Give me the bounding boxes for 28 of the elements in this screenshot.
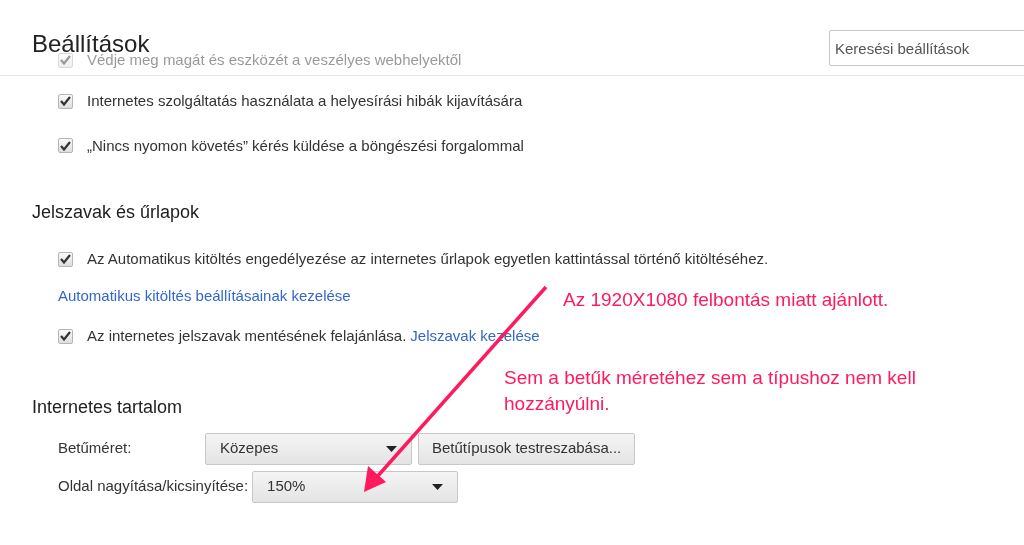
- checkbox[interactable]: [58, 138, 73, 154]
- option-label: Az Automatikus kitöltés engedélyezése az internetes űrlapok egyetlen kattintással történő kitöltéséhez.: [87, 249, 769, 269]
- section-heading: Internetes tartalom: [32, 395, 183, 419]
- autofill-settings-link[interactable]: Automatikus kitöltés beállításainak kezelése: [58, 284, 351, 307]
- checkbox[interactable]: [58, 251, 73, 267]
- checkbox[interactable]: [58, 52, 73, 68]
- checkmark-icon: [60, 55, 71, 66]
- option-label: Internetes szolgáltatás használata a helyesírási hibák kijavítására: [87, 91, 523, 111]
- dropdown-arrow-icon: [386, 445, 397, 452]
- customize-fonts-button[interactable]: Betűtípusok testreszabása...: [418, 432, 636, 465]
- option-label: „Nincs nyomon követés” kérés küldése a böngészési forgalommal: [87, 135, 524, 156]
- checkmark-icon: [60, 331, 71, 342]
- option-label: Az internetes jelszavak mentésének felajánlása.: [87, 326, 407, 346]
- checkmark-icon: [60, 140, 71, 151]
- annotation-text: Az 1920X1080 felbontás miatt ajánlott.: [563, 288, 889, 312]
- annotation-text: Sem a betűk méretéhez sem a típushoz nem kell hozzányúlni.: [504, 366, 917, 416]
- checkmark-icon: [60, 96, 71, 107]
- zoom-dropdown[interactable]: 150%: [252, 470, 459, 503]
- checkmark-icon: [60, 254, 71, 265]
- search-field[interactable]: Keresési beállítások: [829, 30, 1024, 66]
- section-heading: Jelszavak és űrlapok: [32, 201, 200, 224]
- font-size-dropdown[interactable]: Közepes: [205, 432, 412, 465]
- field-label: Oldal nagyítása/kicsinyítése:: [58, 476, 249, 497]
- field-label: Betűméret:: [58, 438, 133, 459]
- checkbox[interactable]: [58, 93, 73, 109]
- option-label: Védje meg magát és eszközét a veszélyes webhelyektől: [87, 51, 462, 70]
- checkbox[interactable]: [58, 328, 73, 344]
- dropdown-arrow-icon: [432, 483, 444, 490]
